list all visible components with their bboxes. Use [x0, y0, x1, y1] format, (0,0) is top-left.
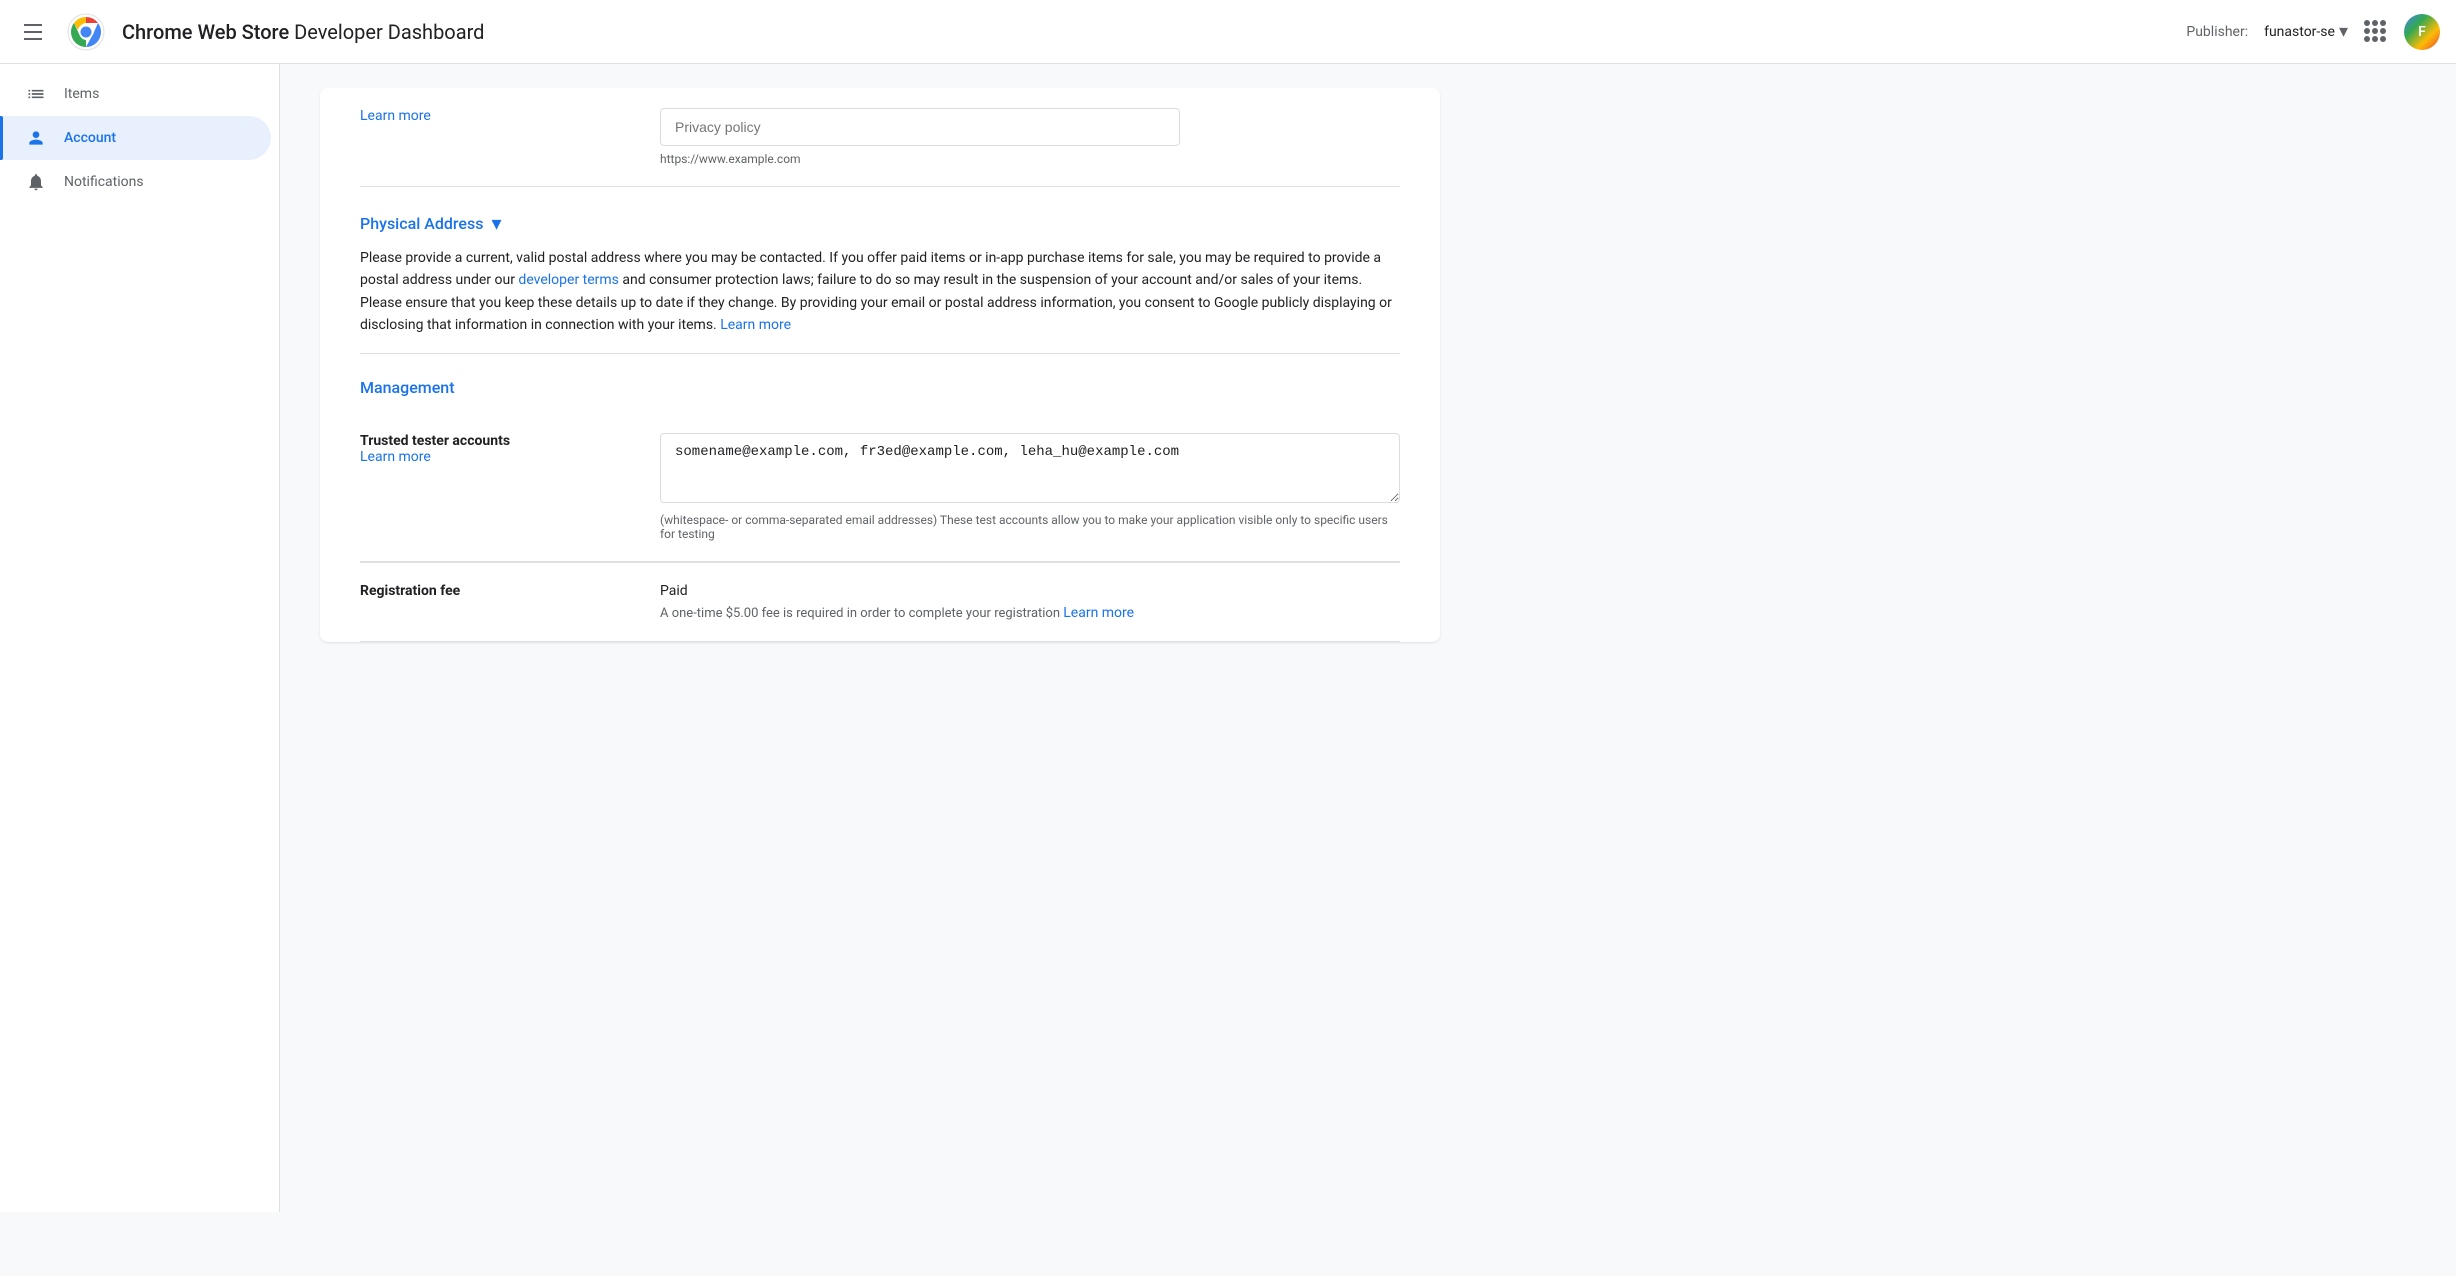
account-icon	[24, 128, 48, 148]
hamburger-menu-icon[interactable]	[16, 16, 50, 48]
registration-fee-learn-more-link[interactable]: Learn more	[1063, 605, 1134, 621]
trusted-tester-row: Trusted tester accounts Learn more somen…	[360, 413, 1400, 562]
privacy-policy-label-col: Learn more	[360, 108, 660, 166]
account-card: Learn more https://www.example.com Physi…	[320, 88, 1440, 642]
registration-fee-label: Registration fee	[360, 583, 620, 599]
trusted-tester-learn-more-link[interactable]: Learn more	[360, 449, 431, 465]
trusted-tester-label: Trusted tester accounts	[360, 433, 620, 449]
content-inner: Learn more https://www.example.com Physi…	[280, 64, 1480, 682]
registration-fee-value-col: Paid A one-time $5.00 fee is required in…	[660, 583, 1400, 621]
physical-address-title[interactable]: Physical Address ▾	[360, 211, 1400, 235]
sidebar-item-account[interactable]: Account	[0, 116, 271, 160]
publisher-selector[interactable]: funastor-se ▾	[2264, 21, 2348, 42]
physical-address-section: Physical Address ▾ Please provide a curr…	[360, 187, 1400, 353]
management-section-title: Management	[360, 354, 1400, 413]
registration-fee-value: Paid	[660, 583, 1400, 599]
physical-address-chevron-icon: ▾	[491, 211, 501, 235]
registration-fee-helper: A one-time $5.00 fee is required in orde…	[660, 605, 1400, 621]
sidebar-notifications-label: Notifications	[64, 174, 144, 190]
sidebar-item-items[interactable]: Items	[0, 72, 271, 116]
privacy-policy-input-col: https://www.example.com	[660, 108, 1400, 166]
physical-address-description: Please provide a current, valid postal a…	[360, 247, 1400, 337]
items-icon	[24, 84, 48, 104]
trusted-tester-label-col: Trusted tester accounts Learn more	[360, 433, 660, 541]
publisher-label: Publisher:	[2186, 24, 2248, 40]
registration-fee-label-col: Registration fee	[360, 583, 660, 621]
privacy-policy-input[interactable]	[660, 108, 1180, 146]
sidebar-account-label: Account	[64, 130, 116, 146]
privacy-policy-learn-more-link[interactable]: Learn more	[360, 108, 431, 124]
top-navigation: Chrome Web Store Developer Dashboard Pub…	[0, 0, 2456, 64]
chrome-logo-icon	[66, 12, 106, 52]
physical-address-learn-more-link[interactable]: Learn more	[720, 317, 791, 333]
trusted-tester-helper: (whitespace- or comma-separated email ad…	[660, 513, 1400, 541]
nav-right: Publisher: funastor-se ▾ F	[2186, 14, 2440, 50]
privacy-policy-helper: https://www.example.com	[660, 152, 1400, 166]
sidebar: Items Account Notifications	[0, 64, 280, 1212]
avatar[interactable]: F	[2404, 14, 2440, 50]
nav-left: Chrome Web Store Developer Dashboard	[16, 12, 2186, 52]
main-layout: Items Account Notifications	[0, 64, 2456, 1212]
registration-fee-row: Registration fee Paid A one-time $5.00 f…	[360, 563, 1400, 642]
trusted-tester-textarea[interactable]: somename@example.com, fr3ed@example.com,…	[660, 433, 1400, 503]
notifications-icon	[24, 172, 48, 192]
app-title: Chrome Web Store Developer Dashboard	[122, 20, 484, 44]
main-content: Learn more https://www.example.com Physi…	[280, 64, 2456, 1212]
developer-terms-link[interactable]: developer terms	[518, 272, 619, 288]
trusted-tester-input-col: somename@example.com, fr3ed@example.com,…	[660, 433, 1400, 541]
sidebar-item-notifications[interactable]: Notifications	[0, 160, 271, 204]
privacy-policy-row: Learn more https://www.example.com	[360, 88, 1400, 187]
publisher-dropdown-arrow-icon: ▾	[2339, 21, 2348, 42]
apps-grid-icon[interactable]	[2364, 20, 2388, 44]
sidebar-items-label: Items	[64, 86, 99, 102]
